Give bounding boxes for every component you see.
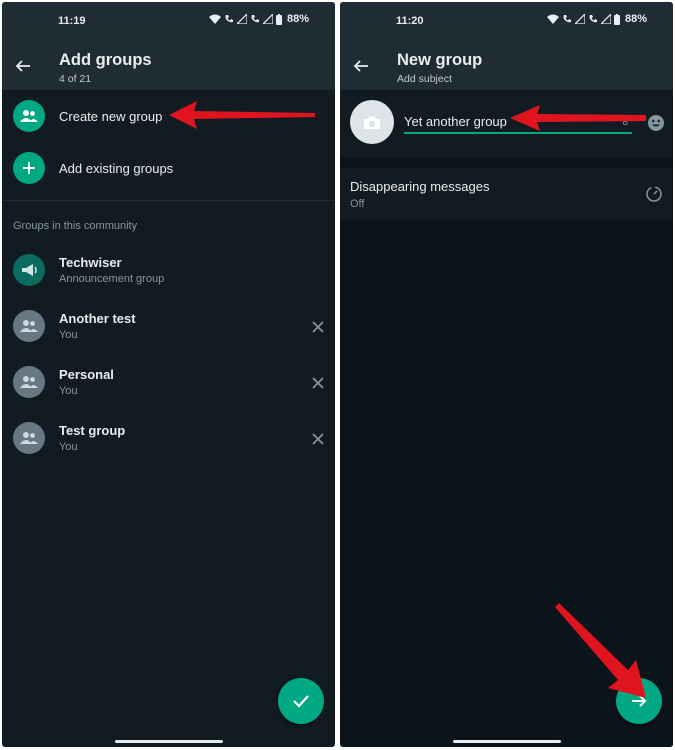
left-screen: 11:19 88% Add groups 4 of 21 Create new … (2, 2, 335, 747)
status-icons: 88% (546, 13, 647, 25)
group-subtitle: Announcement group (59, 273, 165, 285)
home-indicator (452, 740, 561, 743)
back-arrow-icon[interactable] (14, 57, 32, 75)
app-bar: Add groups 4 of 21 (2, 40, 335, 90)
add-existing-groups-label: Add existing groups (59, 161, 174, 176)
arrow-right-icon (632, 695, 647, 707)
group-icon (13, 310, 45, 342)
empty-area (340, 220, 673, 747)
close-icon[interactable] (311, 320, 325, 334)
signal-icon (574, 14, 585, 24)
group-item-another-test[interactable]: Another test You (2, 300, 335, 356)
wifi-icon (208, 14, 221, 24)
right-screen: 11:20 88% New group Add subject Yet anot… (340, 2, 673, 747)
signal-icon (236, 14, 247, 24)
plus-icon (13, 152, 45, 184)
group-name: Another test (59, 311, 136, 326)
group-name: Personal (59, 367, 114, 382)
group-item-techwiser[interactable]: Techwiser Announcement group (2, 244, 335, 300)
divider (2, 200, 335, 201)
battery-percent: 88% (286, 13, 309, 25)
section-header: Groups in this community (13, 220, 138, 232)
close-icon[interactable] (311, 432, 325, 446)
group-subject-value: Yet another group (404, 114, 507, 129)
group-name: Test group (59, 423, 126, 438)
wifi-icon (546, 14, 559, 24)
group-icon (13, 422, 45, 454)
group-item-personal[interactable]: Personal You (2, 356, 335, 412)
call-icon (589, 15, 597, 23)
create-new-group-item[interactable]: Create new group (2, 90, 335, 142)
signal-icon (600, 14, 611, 24)
page-title: Add groups (59, 51, 152, 69)
page-subtitle: Add subject (397, 73, 452, 85)
group-photo-button[interactable] (350, 100, 394, 144)
disappearing-messages-setting[interactable]: Disappearing messages Off (340, 168, 673, 220)
group-subject-input[interactable]: Yet another group 8 (404, 112, 632, 134)
app-bar: New group Add subject (340, 40, 673, 90)
group-subtitle: You (59, 329, 78, 341)
group-subtitle: You (59, 441, 78, 453)
status-icons: 88% (208, 13, 309, 25)
back-arrow-icon[interactable] (352, 57, 370, 75)
call-icon (251, 15, 259, 23)
status-time: 11:19 (58, 15, 86, 27)
check-icon (293, 695, 309, 708)
timer-icon (646, 186, 662, 202)
home-indicator (114, 740, 223, 743)
signal-icon (262, 14, 273, 24)
disappearing-messages-label: Disappearing messages (350, 179, 490, 194)
confirm-button[interactable] (278, 678, 324, 724)
status-bar: 11:20 88% (340, 2, 673, 40)
group-item-test-group[interactable]: Test group You (2, 412, 335, 468)
remaining-char-count: 8 (622, 117, 628, 128)
disappearing-messages-value: Off (350, 198, 365, 210)
battery-icon (275, 13, 282, 25)
battery-percent: 88% (624, 13, 647, 25)
add-existing-groups-item[interactable]: Add existing groups (2, 142, 335, 194)
group-icon (13, 366, 45, 398)
battery-icon (613, 13, 620, 25)
status-time: 11:20 (396, 15, 424, 27)
group-subject-card: Yet another group 8 (340, 90, 673, 158)
megaphone-icon (13, 254, 45, 286)
separator-band (340, 158, 673, 168)
call-icon (225, 15, 233, 23)
next-button[interactable] (616, 678, 662, 724)
call-icon (563, 15, 571, 23)
page-subtitle: 4 of 21 (59, 73, 92, 85)
page-title: New group (397, 51, 483, 69)
status-bar: 11:19 88% (2, 2, 335, 40)
camera-icon (364, 116, 380, 129)
group-icon (13, 100, 45, 132)
group-subtitle: You (59, 385, 78, 397)
close-icon[interactable] (311, 376, 325, 390)
create-new-group-label: Create new group (59, 109, 163, 124)
group-name: Techwiser (59, 255, 122, 270)
emoji-icon[interactable] (647, 114, 665, 132)
